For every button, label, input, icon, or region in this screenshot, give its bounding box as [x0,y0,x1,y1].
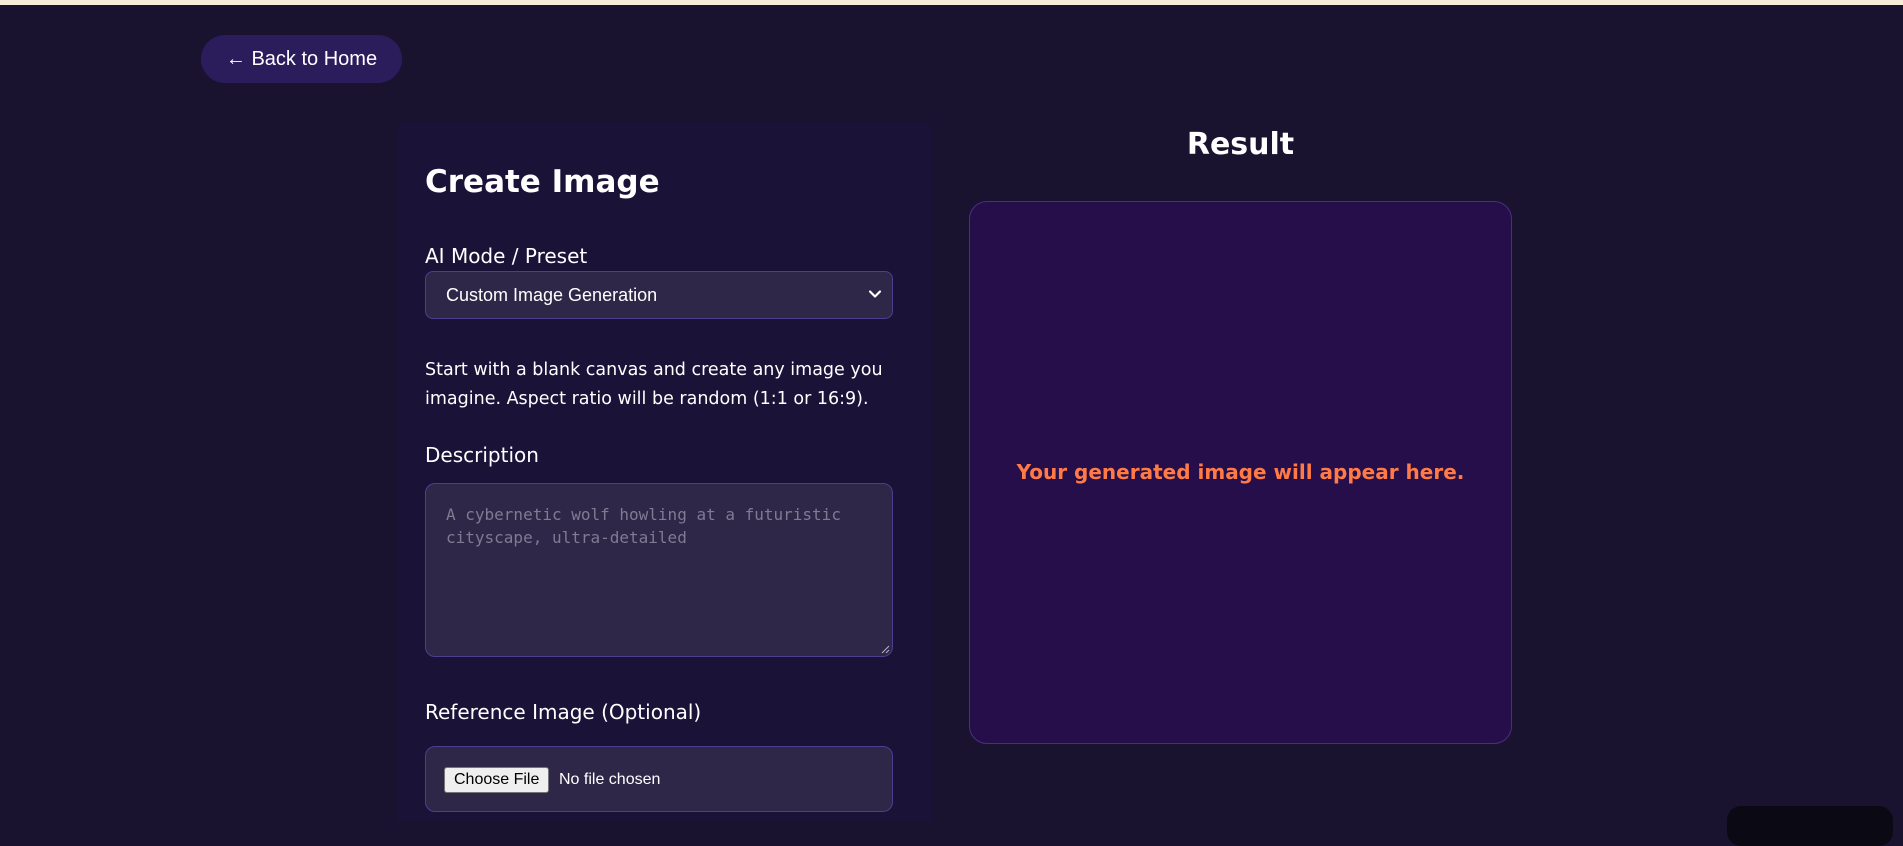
resize-grip-icon[interactable] [880,644,890,654]
file-status-text: No file chosen [559,771,661,788]
description-textarea[interactable]: A cybernetic wolf howling at a futuristi… [425,483,893,657]
result-preview-area: Your generated image will appear here. [969,201,1512,744]
ai-mode-label: AI Mode / Preset [425,244,588,268]
reference-image-input[interactable]: Choose File No file chosen [425,746,893,812]
top-edge-strip [0,0,1903,5]
mode-description: Start with a blank canvas and create any… [425,360,883,409]
chevron-down-icon [868,290,882,298]
ai-mode-selected-value: Custom Image Generation [446,285,658,305]
floating-corner-widget[interactable] [1727,806,1893,846]
back-to-home-button[interactable]: ← Back to Home [201,35,402,83]
result-placeholder-text: Your generated image will appear here. [1016,460,1465,484]
reference-image-label: Reference Image (Optional) [425,700,702,724]
description-placeholder: A cybernetic wolf howling at a futuristi… [446,505,841,547]
choose-file-button[interactable]: Choose File [444,767,550,793]
description-label: Description [425,443,539,467]
ai-mode-select[interactable]: Custom Image Generation [425,271,893,319]
result-title: Result [1186,127,1295,162]
create-image-title: Create Image [425,164,660,200]
